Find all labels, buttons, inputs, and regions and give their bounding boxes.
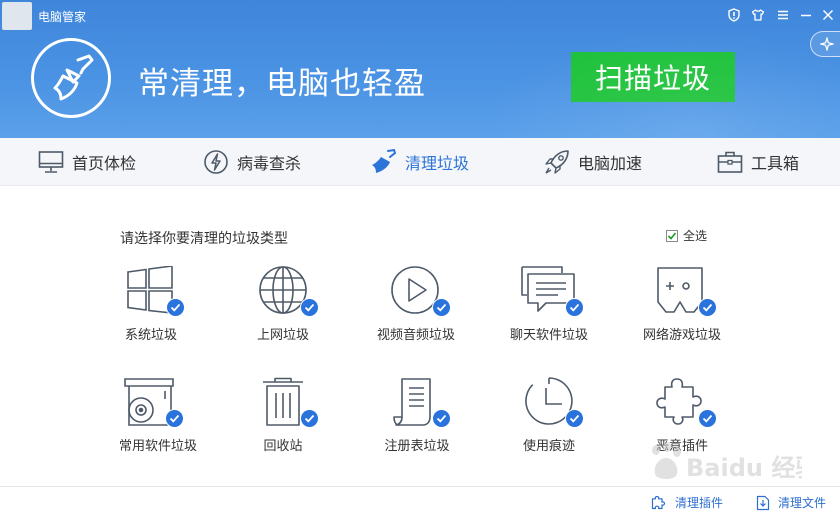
clean-files-label: 清理文件	[778, 496, 827, 510]
shield-icon[interactable]	[725, 6, 743, 24]
app-logo	[2, 2, 32, 30]
broom-icon	[372, 149, 397, 173]
file-download-icon	[756, 495, 770, 510]
item-label: 网络游戏垃圾	[642, 328, 721, 343]
checked-badge-icon	[300, 409, 319, 428]
checked-badge-icon	[698, 409, 717, 428]
check-icon	[667, 231, 677, 240]
checked-badge-icon	[432, 409, 451, 428]
sparkle-icon	[820, 37, 834, 51]
checked-badge-icon	[300, 298, 319, 317]
checked-badge-icon	[432, 298, 451, 317]
minimize-icon[interactable]	[797, 6, 815, 24]
broom-logo	[31, 38, 111, 118]
select-all-label: 全选	[683, 229, 708, 243]
menu-icon[interactable]	[774, 6, 792, 24]
item-label: 上网垃圾	[256, 328, 309, 343]
footer-divider	[0, 486, 840, 487]
window-title: 电脑管家	[38, 10, 87, 24]
header-slogan: 常清理，电脑也轻盈	[138, 66, 426, 102]
item-label: 系统垃圾	[124, 328, 177, 343]
bolt-icon	[204, 150, 228, 174]
trash-icon	[263, 377, 303, 426]
item-label: 使用痕迹	[522, 439, 575, 454]
clean-files-link[interactable]: 清理文件	[756, 494, 826, 511]
main-tabbar: 首页体检 病毒查杀 清理垃圾 电脑加速 工具箱	[0, 138, 840, 186]
tab-clean-junk[interactable]: 清理垃圾	[371, 138, 469, 186]
checked-badge-icon	[165, 409, 184, 428]
watermark-text: Baidu 经验	[686, 454, 802, 482]
item-label: 注册表垃圾	[384, 439, 450, 454]
monitor-icon	[38, 151, 64, 173]
tab-label: 电脑加速	[578, 154, 643, 173]
header-banner: 电脑管家 常清理，电脑也轻盈 扫描垃圾	[0, 0, 840, 138]
rocket-icon	[545, 150, 569, 174]
clean-plugins-link[interactable]: 清理插件	[651, 494, 723, 511]
clean-plugins-label: 清理插件	[675, 496, 724, 510]
tab-label: 病毒查杀	[237, 154, 302, 173]
section-title: 请选择你要清理的垃圾类型	[120, 231, 288, 247]
tab-speed-up[interactable]: 电脑加速	[544, 138, 642, 186]
checked-badge-icon	[698, 298, 717, 317]
tab-home-checkup[interactable]: 首页体检	[38, 138, 136, 186]
tab-label: 首页体检	[72, 154, 137, 173]
baidu-jingyan-watermark: Baidu 经验	[652, 442, 802, 482]
toolbox-icon	[717, 151, 743, 173]
checkbox-box	[666, 229, 678, 242]
checked-badge-icon	[565, 409, 584, 428]
item-label: 常用软件垃圾	[118, 439, 197, 454]
item-label: 回收站	[263, 439, 303, 454]
skin-shirt-icon[interactable]	[749, 6, 767, 24]
plugin-puzzle-icon	[651, 495, 666, 509]
tab-label: 清理垃圾	[405, 154, 470, 173]
item-label: 聊天软件垃圾	[509, 328, 588, 343]
tab-toolbox[interactable]: 工具箱	[717, 138, 799, 186]
sparkle-side-button[interactable]	[810, 31, 840, 57]
checked-badge-icon	[565, 298, 584, 317]
select-all-checkbox[interactable]: 全选	[666, 227, 707, 244]
checked-badge-icon	[166, 298, 185, 317]
tab-virus-scan[interactable]: 病毒查杀	[203, 138, 301, 186]
scan-junk-button[interactable]: 扫描垃圾	[571, 52, 735, 102]
tab-label: 工具箱	[751, 154, 800, 173]
close-icon[interactable]	[819, 6, 837, 24]
broom-icon	[53, 54, 94, 101]
item-label: 视频音频垃圾	[376, 328, 455, 343]
